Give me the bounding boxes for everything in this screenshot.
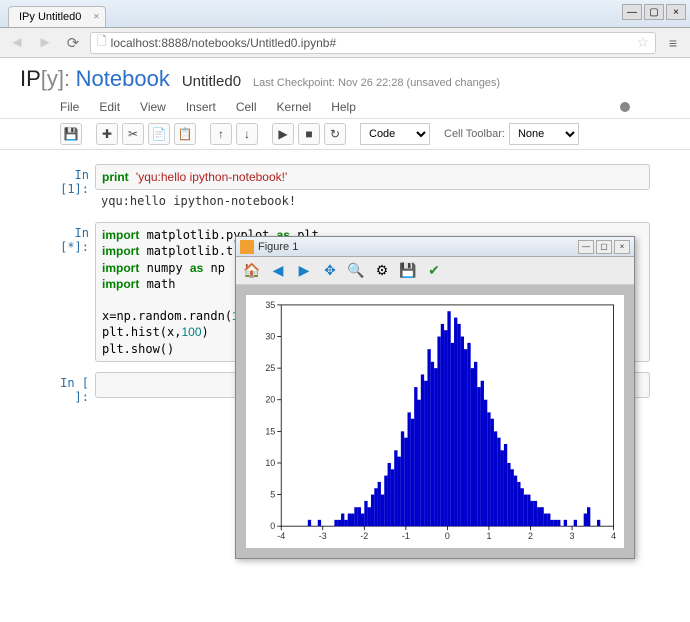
back-button[interactable]: ◄	[6, 32, 28, 54]
page-icon: 🗋	[97, 32, 107, 53]
cell-output: yqu:hello ipython-notebook!	[95, 190, 650, 212]
kernel-indicator-icon	[620, 102, 630, 112]
svg-text:2: 2	[528, 531, 533, 541]
ipython-logo: IP[y]: Notebook	[20, 66, 170, 92]
celltoolbar-select[interactable]: None	[509, 123, 579, 145]
zoom-icon[interactable]: 🔍	[346, 261, 366, 281]
paste-icon[interactable]: 📋	[174, 123, 196, 145]
histogram-chart: -4 -3 -2 -1 0 1 2 3 4 0 5 10 15 20 25 30 35	[246, 295, 624, 548]
url-input[interactable]: 🗋 localhost:8888/notebooks/Untitled0.ipy…	[90, 32, 656, 54]
add-cell-icon[interactable]: ✚	[96, 123, 118, 145]
stop-icon[interactable]: ■	[298, 123, 320, 145]
figure-app-icon	[240, 240, 254, 254]
svg-text:25: 25	[265, 363, 275, 373]
figure-minimize-icon[interactable]: —	[578, 240, 594, 254]
figure-toolbar: 🏠 ◀ ▶ ✥ 🔍 ⚙ 💾 ✔	[236, 257, 634, 285]
cell-prompt: In [ ]:	[40, 372, 95, 404]
menu-cell[interactable]: Cell	[236, 100, 257, 114]
svg-text:3: 3	[570, 531, 575, 541]
cell-prompt: In [1]:	[40, 164, 95, 212]
menu-kernel[interactable]: Kernel	[277, 100, 312, 114]
tab-close-icon[interactable]: ×	[94, 12, 100, 23]
svg-text:30: 30	[265, 332, 275, 342]
svg-text:20: 20	[265, 395, 275, 405]
back-arrow-icon[interactable]: ◀	[268, 261, 288, 281]
menu-view[interactable]: View	[140, 100, 166, 114]
figure-titlebar[interactable]: Figure 1 — ▢ ×	[236, 237, 634, 257]
check-icon[interactable]: ✔	[424, 261, 444, 281]
run-icon[interactable]: ▶	[272, 123, 294, 145]
cut-icon[interactable]: ✂	[122, 123, 144, 145]
cell-1[interactable]: In [1]: print 'yqu:hello ipython-noteboo…	[40, 164, 650, 212]
menu-insert[interactable]: Insert	[186, 100, 216, 114]
pan-icon[interactable]: ✥	[320, 261, 340, 281]
save-icon[interactable]: 💾	[60, 123, 82, 145]
svg-text:1: 1	[486, 531, 491, 541]
svg-text:-2: -2	[360, 531, 368, 541]
figure-maximize-icon[interactable]: ▢	[596, 240, 612, 254]
address-bar: ◄ ► ⟳ 🗋 localhost:8888/notebooks/Untitle…	[0, 28, 690, 58]
svg-text:-3: -3	[319, 531, 327, 541]
close-window-icon[interactable]: ×	[666, 4, 686, 20]
svg-text:-1: -1	[402, 531, 410, 541]
move-up-icon[interactable]: ↑	[210, 123, 232, 145]
svg-text:0: 0	[445, 531, 450, 541]
maximize-icon[interactable]: ▢	[644, 4, 664, 20]
menu-edit[interactable]: Edit	[99, 100, 120, 114]
svg-text:4: 4	[611, 531, 616, 541]
svg-text:5: 5	[270, 490, 275, 500]
url-text: localhost:8888/notebooks/Untitled0.ipynb…	[111, 36, 337, 50]
chrome-menu-icon[interactable]: ≡	[662, 35, 684, 51]
checkpoint-text: Last Checkpoint: Nov 26 22:28 (unsaved c…	[253, 77, 500, 89]
notebook-title[interactable]: Untitled0	[182, 73, 241, 90]
celltype-select[interactable]: Code	[360, 123, 430, 145]
save-figure-icon[interactable]: 💾	[398, 261, 418, 281]
move-down-icon[interactable]: ↓	[236, 123, 258, 145]
svg-text:15: 15	[265, 426, 275, 436]
reload-button[interactable]: ⟳	[62, 32, 84, 54]
notebook-header: IP[y]: Notebook Untitled0 Last Checkpoin…	[0, 58, 690, 96]
svg-text:10: 10	[265, 458, 275, 468]
menu-help[interactable]: Help	[331, 100, 356, 114]
figure-canvas: -4 -3 -2 -1 0 1 2 3 4 0 5 10 15 20 25 30 35	[236, 285, 634, 558]
copy-icon[interactable]: 📄	[148, 123, 170, 145]
browser-titlebar: IPy Untitled0 × — ▢ ×	[0, 0, 690, 28]
forward-button[interactable]: ►	[34, 32, 56, 54]
configure-icon[interactable]: ⚙	[372, 261, 392, 281]
cell-prompt: In [*]:	[40, 222, 95, 362]
code-input[interactable]: print 'yqu:hello ipython-notebook!'	[95, 164, 650, 190]
celltoolbar-label: Cell Toolbar:	[444, 128, 505, 140]
menu-file[interactable]: File	[60, 100, 79, 114]
bookmark-star-icon[interactable]: ☆	[636, 34, 649, 51]
svg-text:0: 0	[270, 521, 275, 531]
toolbar: 💾 ✚ ✂ 📄 📋 ↑ ↓ ▶ ■ ↻ Code Cell Toolbar: N…	[0, 119, 690, 150]
svg-text:-4: -4	[277, 531, 285, 541]
home-icon[interactable]: 🏠	[242, 261, 262, 281]
browser-tab[interactable]: IPy Untitled0 ×	[8, 6, 106, 27]
figure-close-icon[interactable]: ×	[614, 240, 630, 254]
figure-window[interactable]: Figure 1 — ▢ × 🏠 ◀ ▶ ✥ 🔍 ⚙ 💾 ✔ -4 -3 -2 -1 0…	[235, 236, 635, 559]
figure-title: Figure 1	[258, 241, 298, 253]
svg-text:35: 35	[265, 300, 275, 310]
menubar: File Edit View Insert Cell Kernel Help	[0, 96, 690, 119]
restart-icon[interactable]: ↻	[324, 123, 346, 145]
minimize-icon[interactable]: —	[622, 4, 642, 20]
tab-title: IPy Untitled0	[19, 11, 81, 23]
forward-arrow-icon[interactable]: ▶	[294, 261, 314, 281]
